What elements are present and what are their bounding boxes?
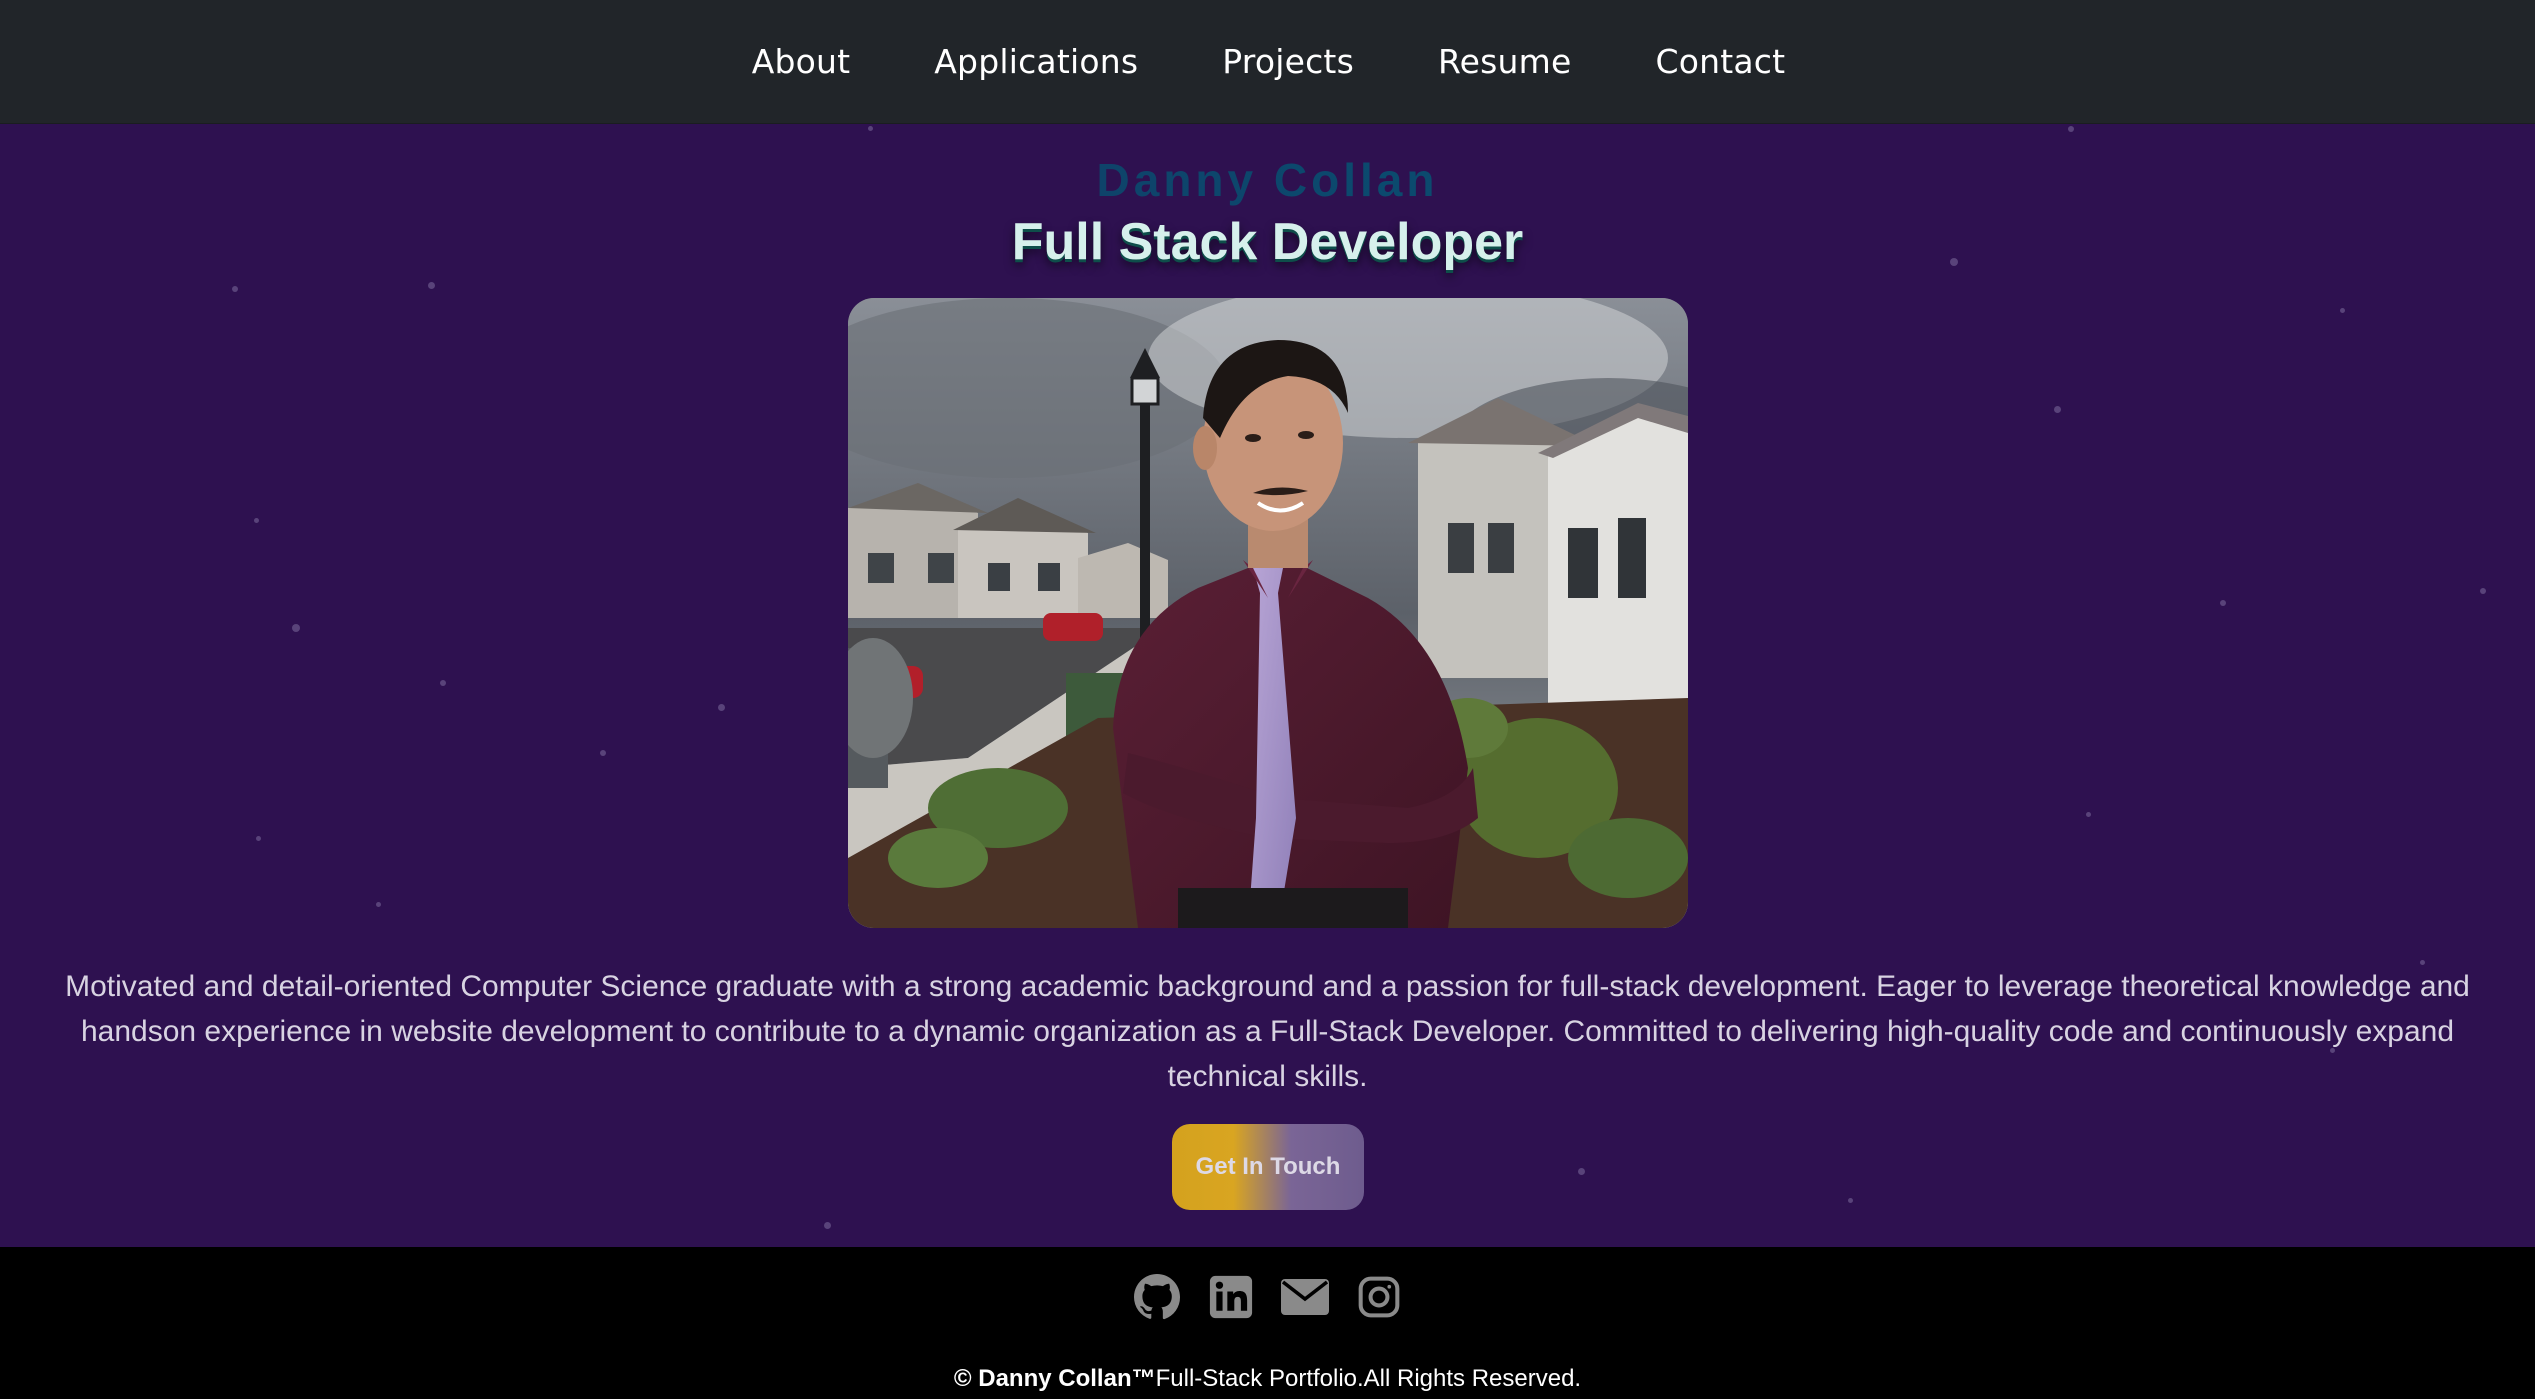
hero-name: Danny Collan <box>0 150 2535 210</box>
linkedin-icon[interactable] <box>1207 1273 1255 1321</box>
social-links <box>0 1273 2535 1321</box>
profile-summary: Motivated and detail-oriented Computer S… <box>65 970 2470 1093</box>
profile-photo <box>848 298 1688 928</box>
instagram-icon[interactable] <box>1355 1273 1403 1321</box>
nav-resume[interactable]: Resume <box>1438 42 1572 81</box>
github-icon[interactable] <box>1133 1273 1181 1321</box>
nav-projects[interactable]: Projects <box>1222 42 1354 81</box>
email-icon[interactable] <box>1280 1273 1329 1321</box>
get-in-touch-button[interactable]: Get In Touch <box>1172 1124 1364 1210</box>
footer: © Danny Collan™Full-Stack Portfolio.All … <box>0 1247 2535 1399</box>
copyright-prefix: © <box>953 1365 979 1392</box>
copyright-text: © Danny Collan™Full-Stack Portfolio.All … <box>0 1365 2535 1393</box>
hero-section: Danny Collan Full Stack Developer Motiva… <box>0 124 2535 1247</box>
copyright-body: Full-Stack Portfolio.All Rights Reserved… <box>1155 1365 1582 1392</box>
nav-about[interactable]: About <box>752 42 851 81</box>
nav-contact[interactable]: Contact <box>1655 42 1785 81</box>
copyright-name: Danny Collan™ <box>978 1365 1156 1392</box>
top-navbar: About Applications Projects Resume Conta… <box>0 0 2535 124</box>
hero-role-title: Full Stack Developer <box>1011 213 1524 271</box>
nav-applications[interactable]: Applications <box>934 42 1138 81</box>
